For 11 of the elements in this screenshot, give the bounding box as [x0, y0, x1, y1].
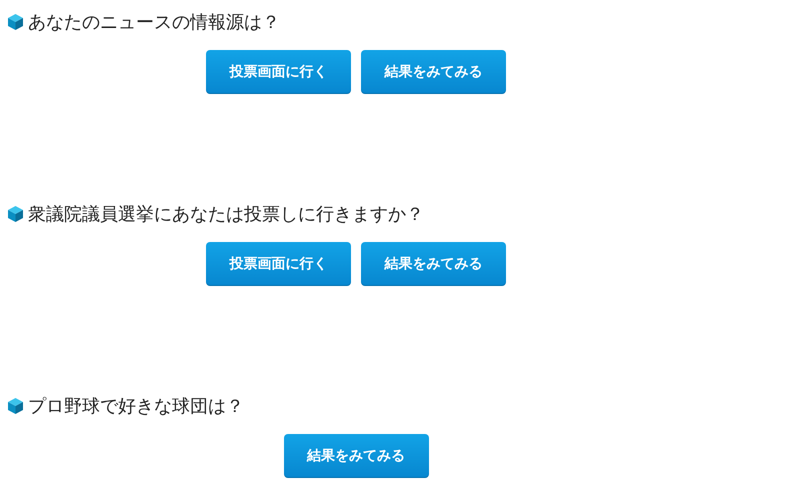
question-text: 衆議院議員選挙にあなたは投票しに行きますか？	[28, 203, 424, 226]
poll-button[interactable]: 投票画面に行く	[206, 242, 351, 286]
poll-button[interactable]: 結果をみてみる	[361, 50, 506, 94]
cube-icon	[8, 14, 23, 30]
cube-icon	[8, 398, 23, 414]
poll-button[interactable]: 結果をみてみる	[361, 242, 506, 286]
cube-icon	[8, 206, 23, 222]
question-text: あなたのニュースの情報源は？	[28, 11, 280, 34]
poll-button[interactable]: 投票画面に行く	[206, 50, 351, 94]
question-text: プロ野球で好きな球団は？	[28, 395, 244, 418]
poll-button[interactable]: 結果をみてみる	[284, 434, 428, 478]
